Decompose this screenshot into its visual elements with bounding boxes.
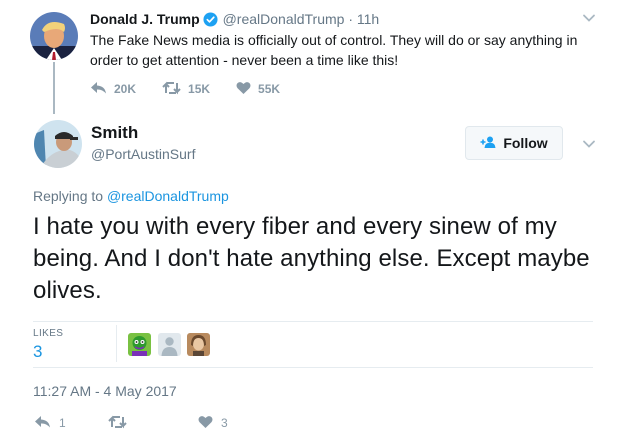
main-avatar[interactable] <box>34 120 82 168</box>
time-separator: · <box>348 11 353 27</box>
parent-reply-count: 20K <box>114 82 137 96</box>
parent-author-handle[interactable]: @realDonaldTrump <box>223 11 345 27</box>
replying-to-line: Replying to @realDonaldTrump <box>33 188 229 204</box>
main-author-handle[interactable]: @PortAustinSurf <box>91 146 195 162</box>
liker-avatar[interactable] <box>158 333 181 356</box>
like-button[interactable]: 3 <box>198 415 228 432</box>
reply-button[interactable]: 1 <box>34 415 108 432</box>
divider <box>33 367 593 368</box>
replying-prefix: Replying to <box>33 188 104 204</box>
follow-button[interactable]: Follow <box>465 126 563 160</box>
chevron-down-icon[interactable] <box>582 137 596 151</box>
retweet-icon <box>108 415 135 432</box>
retweet-button[interactable] <box>108 415 198 432</box>
parent-retweet-button[interactable]: 15K <box>162 81 210 98</box>
retweet-icon <box>162 81 188 98</box>
reply-icon <box>90 81 114 98</box>
main-tweet-text: I hate you with every fiber and every si… <box>33 213 590 304</box>
parent-header: Donald J. Trump @realDonaldTrump · 11h <box>90 10 379 31</box>
parent-author-name[interactable]: Donald J. Trump <box>90 11 200 27</box>
stats-separator <box>116 325 117 362</box>
main-author-name[interactable]: Smith <box>91 123 138 143</box>
tweet-timestamp[interactable]: 11:27 AM - 4 May 2017 <box>33 383 177 399</box>
parent-avatar[interactable] <box>30 12 78 60</box>
thread-line <box>53 62 55 114</box>
likes-label: LIKES <box>33 328 64 339</box>
verified-badge-icon <box>203 12 218 31</box>
heart-icon <box>198 415 221 432</box>
add-user-icon <box>480 135 503 151</box>
parent-reply-button[interactable]: 20K <box>90 81 136 98</box>
reply-icon <box>34 415 59 432</box>
liker-avatar[interactable] <box>187 333 210 356</box>
parent-action-bar: 20K 15K 55K <box>90 80 306 98</box>
follow-label: Follow <box>503 135 548 151</box>
parent-retweet-count: 15K <box>188 82 211 96</box>
parent-like-button[interactable]: 55K <box>236 81 280 98</box>
parent-tweet-text: The Fake News media is officially out of… <box>90 32 578 68</box>
divider <box>33 321 593 322</box>
parent-like-count: 55K <box>258 82 281 96</box>
parent-time[interactable]: 11h <box>357 11 379 27</box>
heart-icon <box>236 81 258 98</box>
main-action-bar: 1 3 <box>34 414 228 432</box>
like-count: 3 <box>221 416 228 430</box>
chevron-down-icon[interactable] <box>582 11 596 25</box>
replying-to-link[interactable]: @realDonaldTrump <box>107 188 229 204</box>
reply-count: 1 <box>59 416 66 430</box>
liker-avatar[interactable] <box>128 333 151 356</box>
likes-count-link[interactable]: 3 <box>33 342 42 362</box>
